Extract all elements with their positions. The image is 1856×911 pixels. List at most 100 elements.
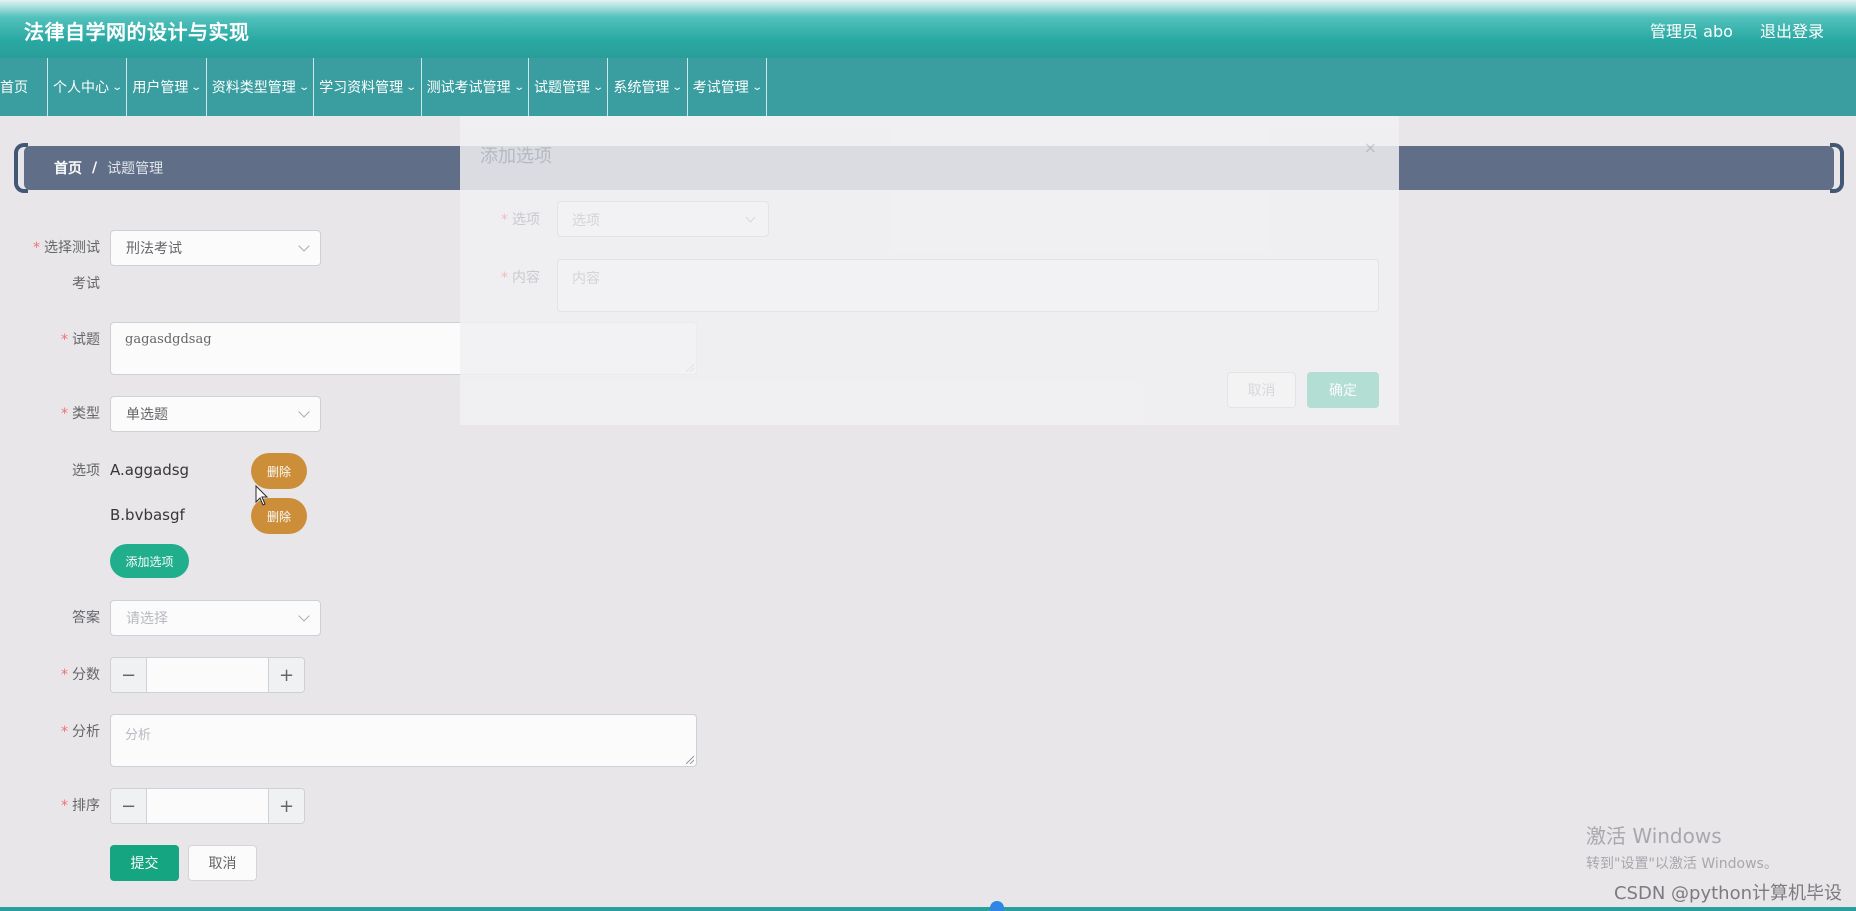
required-mark: * [33,240,40,256]
windows-activation-title: 激活 Windows [1586,824,1722,848]
exam-select-value: 刑法考试 [126,241,182,257]
answer-label: 答案 [72,610,100,626]
order-label-text: 排序 [72,798,100,814]
nav-item-user-management[interactable]: 用户管理 ⌄ [127,58,207,116]
dialog-cancel-button[interactable]: 取消 [1227,372,1296,408]
main-nav: 首页 个人中心 ⌄ 用户管理 ⌄ 资料类型管理 ⌄ 学习资料管理 ⌄ 测试考试管理 ⌄ 试… [0,58,1856,116]
nav-item-test-exam-management[interactable]: 测试考试管理 ⌄ [422,58,529,116]
cancel-button[interactable]: 取消 [188,845,257,881]
question-label-text: 试题 [72,332,100,348]
resize-handle-icon[interactable] [686,756,694,764]
header-actions: 管理员 abo 退出登录 [1628,18,1824,42]
question-text: gagasdgdsag [125,332,212,347]
required-mark: * [61,798,68,814]
exam-label: * 选择测试 [0,238,100,258]
dialog-title: 添加选项 [480,146,552,167]
type-select[interactable]: 单选题 [110,396,321,432]
minus-icon[interactable]: − [111,658,147,692]
required-mark: * [61,724,68,740]
exam-label-line1: 选择测试 [44,240,100,256]
plus-icon[interactable]: + [268,658,304,692]
analysis-label: * 分析 [0,722,100,742]
nav-item-material-type-management[interactable]: 资料类型管理 ⌄ [207,58,315,116]
dialog-content-label: * 内容 [460,267,540,287]
breadcrumb-home-link[interactable]: 首页 [54,158,82,178]
required-mark: * [501,270,508,286]
nav-label: 资料类型管理 [211,80,296,96]
score-label-text: 分数 [72,667,100,683]
score-label: * 分数 [0,665,100,685]
app-title: 法律自学网的设计与实现 [24,20,250,44]
dialog-option-label: * 选项 [460,209,540,229]
nav-label: 考试管理 [692,80,749,96]
chevron-down-icon: ⌄ [190,81,203,93]
chevron-down-icon [298,240,310,252]
delete-option-a-button[interactable]: 删除 [251,453,307,489]
options-label: 选项 [72,463,100,479]
nav-label: 个人中心 [53,80,109,96]
required-mark: * [501,212,508,228]
bracket-right-decoration [1830,143,1844,193]
dialog-option-label-text: 选项 [512,212,540,228]
nav-label: 学习资料管理 [319,80,404,96]
admin-user-label[interactable]: 管理员 abo [1650,22,1733,41]
required-mark: * [61,667,68,683]
type-select-value: 单选题 [126,407,168,423]
analysis-label-text: 分析 [72,724,100,740]
chevron-down-icon: ⌄ [512,81,525,93]
nav-item-question-management[interactable]: 试题管理 ⌄ [529,58,609,116]
chevron-down-icon: ⌄ [111,81,124,93]
required-mark: * [61,332,68,348]
chevron-down-icon: ⌄ [671,81,684,93]
dialog-content-textarea[interactable]: 内容 [557,259,1379,312]
answer-select-placeholder: 请选择 [126,611,168,627]
close-icon[interactable]: × [1364,138,1377,157]
chevron-down-icon: ⌄ [751,81,763,93]
nav-label: 测试考试管理 [426,80,511,96]
score-stepper[interactable]: − + [110,657,305,693]
required-mark: * [61,406,68,422]
csdn-watermark: CSDN @python计算机毕设 [1613,883,1842,904]
analysis-textarea[interactable]: 分析 [110,714,697,767]
nav-item-home[interactable]: 首页 [0,58,48,116]
exam-select[interactable]: 刑法考试 [110,230,321,266]
nav-item-study-material-management[interactable]: 学习资料管理 ⌄ [314,58,422,116]
mouse-pointer-icon [255,485,269,506]
dialog-option-select[interactable]: 选项 [557,201,769,237]
type-label-text: 类型 [72,406,100,422]
chevron-down-icon [298,610,310,622]
chevron-down-icon [298,406,310,418]
nav-label: 系统管理 [613,80,670,96]
question-label: * 试题 [0,330,100,350]
order-stepper[interactable]: − + [110,788,305,824]
add-option-button[interactable]: 添加选项 [110,544,189,578]
bottom-scroll-track [0,907,1856,911]
nav-label: 用户管理 [132,80,189,96]
top-header: 法律自学网的设计与实现 管理员 abo 退出登录 [0,0,1856,58]
breadcrumb-current: 试题管理 [107,161,164,177]
logout-link[interactable]: 退出登录 [1760,22,1824,41]
nav-label: 试题管理 [533,80,590,96]
breadcrumb-separator: / [92,160,98,176]
exam-label-line2: 考试 [72,276,100,292]
dialog-option-placeholder: 选项 [572,213,600,229]
chevron-down-icon [745,212,756,223]
chevron-down-icon: ⌄ [592,81,605,93]
nav-item-personal-center[interactable]: 个人中心 ⌄ [48,58,128,116]
dialog-confirm-button[interactable]: 确定 [1307,372,1379,408]
analysis-placeholder: 分析 [125,728,152,743]
windows-activation-watermark: 激活 Windows 转到"设置"以激活 Windows。 [1586,820,1778,873]
order-label: * 排序 [0,796,100,816]
plus-icon[interactable]: + [268,789,304,823]
nav-item-exam-management[interactable]: 考试管理 ⌄ [688,58,768,116]
submit-button[interactable]: 提交 [110,845,179,881]
nav-label: 首页 [0,80,28,96]
type-label: * 类型 [0,404,100,424]
add-option-dialog: 添加选项 × * 选项 选项 * 内容 内容 取消 确定 [460,116,1399,425]
chevron-down-icon: ⌄ [405,81,418,93]
answer-select[interactable]: 请选择 [110,600,321,636]
nav-item-system-management[interactable]: 系统管理 ⌄ [608,58,688,116]
scroll-thumb-indicator[interactable] [990,901,1004,911]
minus-icon[interactable]: − [111,789,147,823]
windows-activation-subtitle: 转到"设置"以激活 Windows。 [1586,856,1778,872]
